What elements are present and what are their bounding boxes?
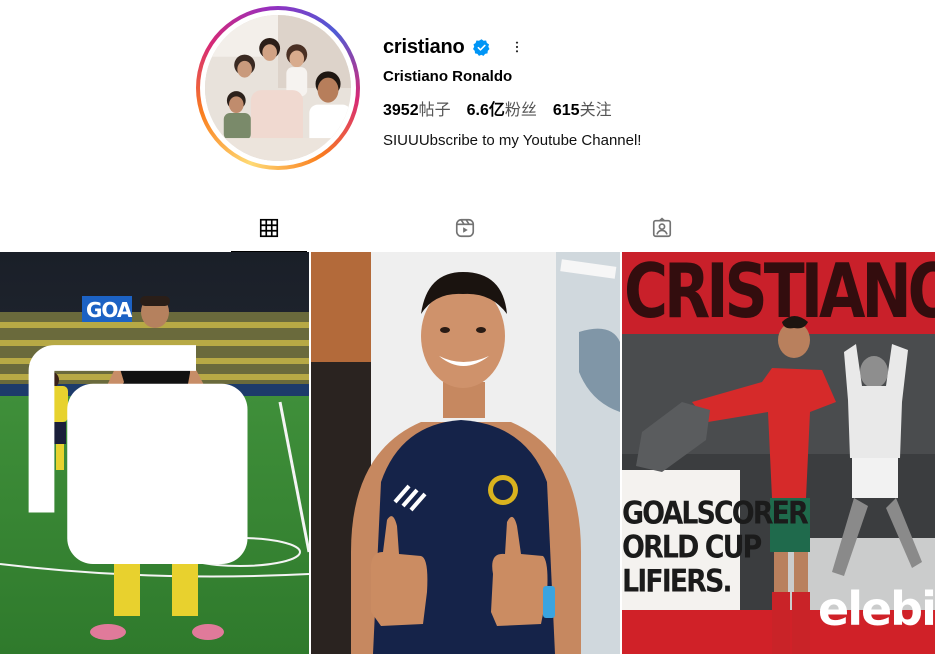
profile-info: cristiano Cristiano Ronaldo 3952帖子 6.6亿粉… xyxy=(383,34,642,150)
followers-count-stat[interactable]: 6.6亿粉丝 xyxy=(467,96,537,120)
profile-avatar-story-ring[interactable] xyxy=(196,6,360,170)
profile-page: cristiano Cristiano Ronaldo 3952帖子 6.6亿粉… xyxy=(0,0,935,654)
post-3-title-text: CRISTIANO xyxy=(624,252,935,336)
post-3-side-text: elebi xyxy=(818,582,935,636)
post-3-line-2: ORLD CUP xyxy=(622,530,762,566)
username-row: cristiano xyxy=(383,34,641,60)
post-thumbnail-2[interactable] xyxy=(311,252,620,654)
posts-count-stat[interactable]: 3952帖子 xyxy=(383,96,451,120)
verified-badge-icon xyxy=(472,38,491,57)
username: cristiano xyxy=(383,35,465,58)
profile-tabs xyxy=(0,206,935,252)
grid-icon xyxy=(259,218,279,238)
more-options-icon[interactable] xyxy=(508,38,526,56)
bio: SIUUUbscribe to my Youtube Channel! xyxy=(383,132,642,149)
tagged-icon xyxy=(652,217,672,238)
posts-grid: GOA CRISTIANO GOALSCORER ORLD CUP LIFIER… xyxy=(0,252,935,654)
post-3-line-1: GOALSCORER xyxy=(622,496,809,532)
posts-label: 帖子 xyxy=(418,102,451,119)
profile-stats: 3952帖子 6.6亿粉丝 615关注 xyxy=(383,96,641,120)
followers-count: 6.6亿 xyxy=(466,102,505,119)
following-count: 615 xyxy=(552,102,580,119)
posts-count: 3952 xyxy=(383,102,419,119)
tab-tagged[interactable] xyxy=(630,206,694,250)
tab-posts[interactable] xyxy=(231,206,307,252)
followers-label: 粉丝 xyxy=(504,102,537,119)
avatar-image xyxy=(205,15,351,161)
post-2-image xyxy=(311,252,620,654)
multiple-images-icon xyxy=(28,345,248,564)
post-3-line-3: LIFIERS. xyxy=(622,564,733,600)
post-thumbnail-3[interactable]: CRISTIANO GOALSCORER ORLD CUP LIFIERS. e… xyxy=(622,252,935,654)
post-thumbnail-1[interactable]: GOA xyxy=(0,252,309,654)
following-count-stat[interactable]: 615关注 xyxy=(553,96,612,120)
full-name: Cristiano Ronaldo xyxy=(383,68,513,85)
reels-icon xyxy=(455,218,475,238)
avatar xyxy=(205,15,351,161)
following-label: 关注 xyxy=(579,102,612,119)
tab-reels[interactable] xyxy=(433,206,497,250)
